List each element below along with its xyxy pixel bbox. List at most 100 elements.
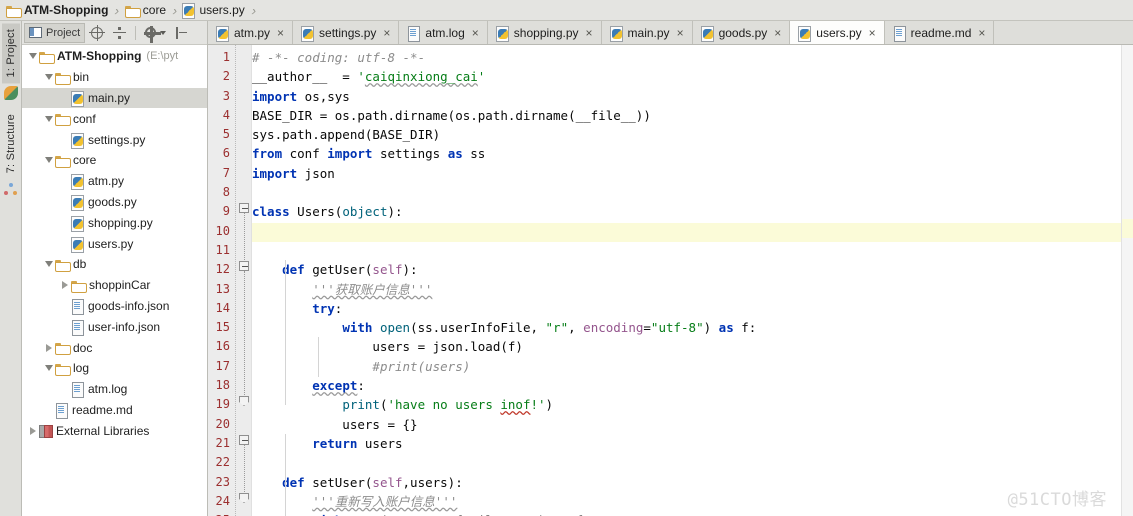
line-number: 6 <box>222 146 230 161</box>
code-editor[interactable]: # -*- coding: utf-8 -*- __author__ = 'ca… <box>252 45 1121 516</box>
code-line: with open(ss.userInfoFile, "r", encoding… <box>342 320 757 336</box>
chevron-down-icon[interactable] <box>42 157 55 164</box>
tree-item-shopping-py[interactable]: shopping.py <box>22 212 207 233</box>
tree-item-label: log <box>73 361 90 376</box>
tree-item-label: goods-info.json <box>88 298 170 313</box>
close-icon[interactable]: × <box>277 26 284 40</box>
line-number: 2 <box>222 69 230 84</box>
chevron-down-icon[interactable] <box>42 74 55 81</box>
tree-item-atm-shopping[interactable]: ATM-Shopping (E:\pyt <box>22 46 207 67</box>
code-fold-gutter[interactable] <box>236 45 252 516</box>
tree-item-goods-info-json[interactable]: goods-info.json <box>22 296 207 317</box>
chevron-down-icon[interactable] <box>42 365 55 372</box>
code-line: def getUser(self): <box>282 262 418 278</box>
tree-item-log[interactable]: log <box>22 358 207 379</box>
editor-tab-goods-py[interactable]: goods.py × <box>692 21 791 44</box>
tree-item-db[interactable]: db <box>22 254 207 275</box>
code-line: users = {} <box>252 416 418 432</box>
editor-tab-label: main.py <box>627 25 670 40</box>
project-tab-button[interactable]: Project <box>24 22 86 43</box>
chevron-right-icon[interactable] <box>58 281 71 290</box>
tool-window-tab-structure[interactable]: 7: Structure <box>2 108 20 179</box>
chevron-down-icon[interactable] <box>26 53 39 60</box>
breadcrumb-item-project[interactable]: ATM-Shopping <box>6 0 108 21</box>
project-tree[interactable]: ATM-Shopping (E:\pyt bin main.py conf setting… <box>22 45 207 516</box>
tree-item-shoppincar[interactable]: shoppinCar <box>22 275 207 296</box>
fold-end-marker[interactable] <box>239 396 249 406</box>
editor-tab-shopping-py[interactable]: shopping.py × <box>487 21 602 44</box>
close-icon[interactable]: × <box>383 26 390 40</box>
tree-item-conf[interactable]: conf <box>22 108 207 129</box>
tree-item-label: shoppinCar <box>89 278 151 293</box>
tree-item-users-py[interactable]: users.py <box>22 233 207 254</box>
editor-tab-users-py[interactable]: users.py × <box>790 21 885 44</box>
tree-item-user-info-json[interactable]: user-info.json <box>22 316 207 337</box>
chevron-down-icon[interactable] <box>42 115 55 122</box>
editor-tab-main-py[interactable]: main.py × <box>601 21 693 44</box>
tree-item-doc[interactable]: doc <box>22 337 207 358</box>
python-file-icon <box>71 132 84 149</box>
breadcrumb-item-file[interactable]: users.py <box>182 0 245 21</box>
tree-item-atm-py[interactable]: atm.py <box>22 171 207 192</box>
close-icon[interactable]: × <box>472 26 479 40</box>
tree-item-label: core <box>73 153 97 168</box>
code-line: # -*- coding: utf-8 -*- <box>252 50 426 65</box>
fold-marker-getuser[interactable] <box>239 261 249 271</box>
close-icon[interactable]: × <box>586 26 593 40</box>
scroll-from-source-button[interactable] <box>87 23 107 43</box>
breadcrumb-item-core[interactable]: core <box>124 0 166 21</box>
hide-panel-button[interactable] <box>172 23 192 43</box>
fold-marker-class[interactable] <box>239 203 249 213</box>
tree-item-external-libraries[interactable]: External Libraries <box>22 420 207 441</box>
chevron-down-icon[interactable] <box>42 261 55 268</box>
tree-item-main-py[interactable]: main.py <box>22 87 207 109</box>
tree-item-label: External Libraries <box>56 423 150 438</box>
tree-item-core[interactable]: core <box>22 150 207 171</box>
tree-item-goods-py[interactable]: goods.py <box>22 192 207 213</box>
close-icon[interactable]: × <box>774 26 781 40</box>
chevron-right-icon[interactable] <box>26 426 39 435</box>
tree-item-label: conf <box>73 111 96 126</box>
structure-icon <box>4 182 17 196</box>
editor-tab-label: atm.py <box>234 25 271 40</box>
editor-tab-label: goods.py <box>718 25 768 40</box>
line-number: 20 <box>215 416 230 431</box>
code-line: try: <box>312 300 343 316</box>
folder-icon <box>55 363 71 376</box>
editor-tab-settings-py[interactable]: settings.py × <box>293 21 400 44</box>
indent-guide <box>285 434 286 516</box>
tree-item-bin[interactable]: bin <box>22 67 207 88</box>
close-icon[interactable]: × <box>978 26 985 40</box>
code-line: def setUser(self,users): <box>282 474 463 490</box>
close-icon[interactable]: × <box>677 26 684 40</box>
code-line: with open(ss.userInfoFile, 'w') as f : <box>252 511 1121 516</box>
tree-item-label: user-info.json <box>88 319 161 334</box>
collapse-all-button[interactable] <box>109 23 130 43</box>
editor-tab-readme-md[interactable]: readme.md × <box>884 21 995 44</box>
tree-item-settings-py[interactable]: settings.py <box>22 129 207 150</box>
code-line: __author__ = 'caiqinxiong_cai' <box>252 69 486 85</box>
tree-item-readme-md[interactable]: readme.md <box>22 400 207 421</box>
fold-stem <box>243 271 245 401</box>
tree-item-path: (E:\pyt <box>146 50 179 63</box>
tool-window-tab-project[interactable]: 1: Project <box>1 23 20 84</box>
editor-body: 1234567891011121314151617181920212223242… <box>208 45 1133 516</box>
tree-item-label: main.py <box>88 90 131 105</box>
close-icon[interactable]: × <box>869 26 876 40</box>
editor-tab-atm-py[interactable]: atm.py × <box>208 21 294 44</box>
editor-marker-bar[interactable] <box>1121 45 1133 516</box>
pycharm-window: ATM-Shopping › core › users.py › 1: Proj… <box>0 0 1133 516</box>
tree-item-atm-log[interactable]: atm.log <box>22 379 207 400</box>
fold-end-marker[interactable] <box>239 493 249 503</box>
editor-tab-atm-log[interactable]: atm.log × <box>399 21 488 44</box>
code-line: return users <box>312 435 403 451</box>
fold-marker-setuser[interactable] <box>239 435 249 445</box>
chevron-right-icon[interactable] <box>42 343 55 352</box>
folder-icon <box>55 113 71 127</box>
line-number: 7 <box>222 165 230 180</box>
line-number: 24 <box>215 493 230 508</box>
editor-tab-bar[interactable]: atm.py × settings.py × atm.log × shopping.py × m… <box>208 21 1133 45</box>
settings-button[interactable] <box>141 23 170 43</box>
editor-tab-label: atm.log <box>425 25 465 40</box>
